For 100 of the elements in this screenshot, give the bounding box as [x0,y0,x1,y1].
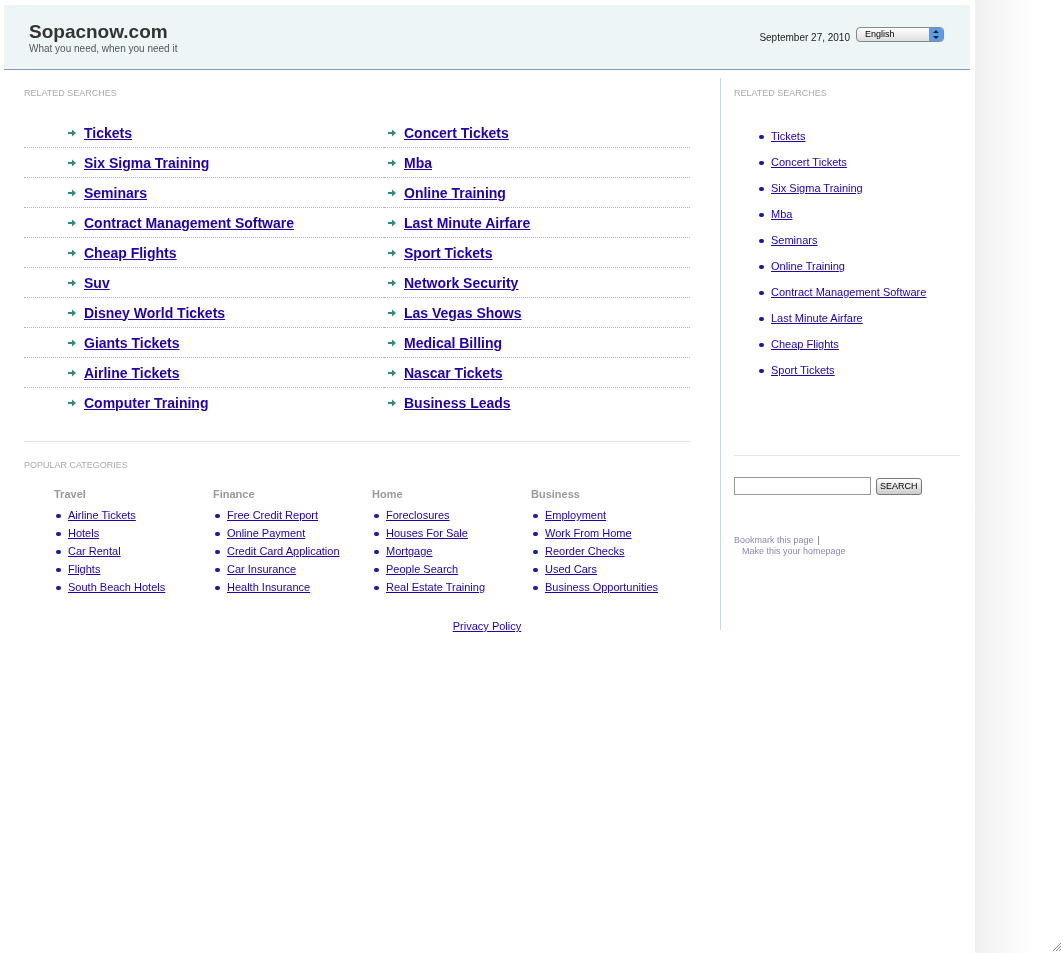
site-title: Sopacnow.com [29,20,169,43]
category-link[interactable]: Car Insurance [227,563,297,575]
arrow-icon [68,278,76,287]
bullet-icon [215,550,220,554]
category-title: Travel [54,488,87,502]
bullet-icon [759,239,764,243]
sidebar-link[interactable]: Seminars [771,234,818,246]
bullet-icon [759,135,764,139]
arrow-icon [68,338,76,347]
sidebar-link[interactable]: Mba [771,208,793,220]
category-link[interactable]: Mortgage [386,545,433,557]
arrow-icon [388,308,396,317]
bullet-icon [759,343,764,347]
arrow-icon [68,218,76,227]
bullet-icon [56,532,61,536]
bullet-icon [759,213,764,217]
category-link[interactable]: Reorder Checks [545,545,625,557]
search-link[interactable]: Airline Tickets [84,364,180,381]
homepage-link[interactable]: Make this your homepage [742,546,846,556]
bullet-icon [533,586,538,590]
arrow-icon [68,248,76,257]
bullet-icon [533,550,538,554]
category-link[interactable]: Car Rental [68,545,121,557]
search-link[interactable]: Las Vegas Shows [404,304,522,321]
category-link[interactable]: Hotels [68,527,100,539]
bookmark-link[interactable]: Bookmark this page [734,535,814,545]
section-heading: RELATED SEARCHES [24,88,118,98]
bullet-icon [374,586,379,590]
arrow-icon [68,368,76,377]
category-link[interactable]: Credit Card Application [227,545,340,557]
arrow-icon [68,188,76,197]
search-link[interactable]: Computer Training [84,394,209,411]
arrow-icon [388,218,396,227]
search-link[interactable]: Suv [84,274,110,291]
arrow-icon [68,128,76,137]
bullet-icon [215,568,220,572]
category-link[interactable]: Business Opportunities [545,581,659,593]
search-link[interactable]: Nascar Tickets [404,364,503,381]
sidebar-link[interactable]: Six Sigma Training [771,182,863,194]
search-link[interactable]: Seminars [84,184,148,201]
bullet-icon [759,317,764,321]
category-link[interactable]: Flights [68,563,101,575]
bullet-icon [374,550,379,554]
stepper-icon [929,27,943,41]
search-link[interactable]: Mba [404,154,432,171]
search-link[interactable]: Disney World Tickets [84,304,226,321]
category-link[interactable]: Work From Home [545,527,632,539]
category-link[interactable]: Houses For Sale [386,527,468,539]
search-link[interactable]: Sport Tickets [404,244,493,261]
tagline: What you need, when you need it [29,42,178,54]
bullet-icon [759,369,764,373]
language-select[interactable]: English [856,26,944,42]
category-link[interactable]: South Beach Hotels [68,581,166,593]
search-link[interactable]: Giants Tickets [84,334,180,351]
date: September 27, 2010 [759,31,850,43]
privacy-link[interactable]: Privacy Policy [452,620,522,632]
sidebar-link[interactable]: Sport Tickets [771,364,835,376]
category-link[interactable]: Airline Tickets [68,509,136,521]
sidebar-link[interactable]: Online Training [771,260,845,272]
bullet-icon [374,532,379,536]
category-link[interactable]: Online Payment [227,527,306,539]
bullet-icon [56,586,61,590]
bullet-icon [533,532,538,536]
bullet-icon [759,187,764,191]
category-link[interactable]: Employment [545,509,607,521]
bullet-icon [759,291,764,295]
search-link[interactable]: Online Training [404,184,506,201]
resize-grip-icon[interactable] [1052,942,1061,951]
bullet-icon [215,586,220,590]
category-link[interactable]: Real Estate Training [386,581,486,593]
sidebar-link[interactable]: Contract Management Software [771,286,927,298]
arrow-icon [388,338,396,347]
search-link[interactable]: Concert Tickets [404,124,509,141]
bullet-icon [533,568,538,572]
sidebar-link[interactable]: Cheap Flights [771,338,839,350]
category-link[interactable]: Free Credit Report [227,509,319,521]
bullet-icon [215,532,220,536]
search-link[interactable]: Last Minute Airfare [404,214,531,231]
search-link[interactable]: Contract Management Software [84,214,295,231]
category-title: Finance [213,488,256,502]
arrow-icon [388,188,396,197]
search-field[interactable] [734,477,871,495]
search-link[interactable]: Network Security [404,274,519,291]
sidebar-link[interactable]: Concert Tickets [771,156,847,168]
search-link[interactable]: Medical Billing [404,334,502,351]
sidebar-link[interactable]: Tickets [771,130,806,142]
category-link[interactable]: People Search [386,563,459,575]
search-link[interactable]: Cheap Flights [84,244,177,261]
search-link[interactable]: Business Leads [404,394,511,411]
bullet-icon [374,514,379,518]
bullet-icon [56,514,61,518]
category-link[interactable]: Used Cars [545,563,597,575]
category-link[interactable]: Health Insurance [227,581,311,593]
sidebar-link[interactable]: Last Minute Airfare [771,312,863,324]
search-link[interactable]: Tickets [84,124,132,141]
category-link[interactable]: Foreclosures [386,509,450,521]
arrow-icon [68,308,76,317]
search-link[interactable]: Six Sigma Training [84,154,210,171]
search-button[interactable]: SEARCH [876,477,922,495]
bullet-icon [759,265,764,269]
